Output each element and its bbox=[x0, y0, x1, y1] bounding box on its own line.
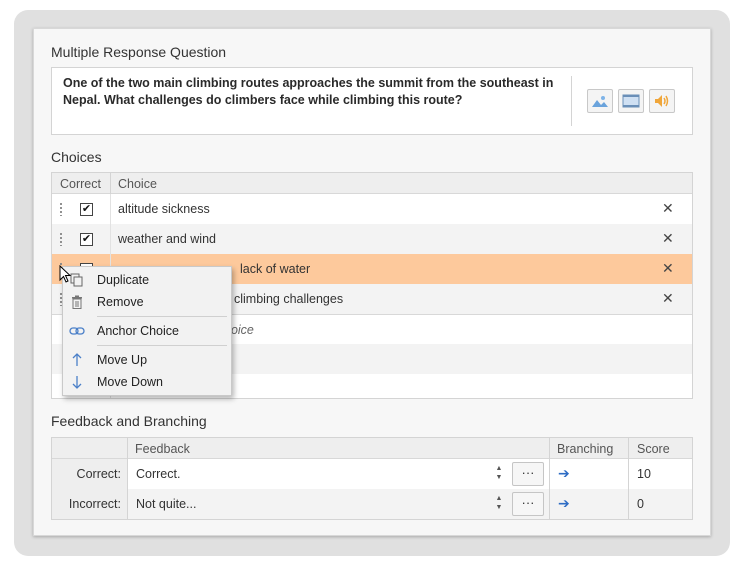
menu-item-duplicate[interactable]: Duplicate bbox=[63, 269, 231, 291]
feedback-spinner[interactable]: ▲ ▼ bbox=[494, 494, 504, 514]
drag-handle-icon[interactable] bbox=[60, 202, 62, 216]
question-section-title: Multiple Response Question bbox=[51, 44, 227, 60]
menu-separator bbox=[97, 345, 227, 346]
mouse-cursor-icon bbox=[59, 265, 71, 283]
choice-text[interactable]: weather and wind bbox=[118, 232, 216, 246]
image-icon bbox=[592, 96, 608, 107]
correct-checkbox[interactable]: ✔ bbox=[80, 233, 93, 246]
duplicate-icon bbox=[69, 272, 85, 288]
question-text-box[interactable]: One of the two main climbing routes appr… bbox=[51, 67, 693, 135]
arrow-up-icon bbox=[69, 352, 85, 368]
feedback-input[interactable]: Not quite... bbox=[128, 489, 549, 519]
menu-item-label: Anchor Choice bbox=[97, 324, 179, 338]
delete-choice-icon[interactable]: ✕ bbox=[662, 200, 674, 217]
feedback-table-header: Feedback Branching Score bbox=[52, 438, 692, 459]
menu-item-label: Remove bbox=[97, 295, 144, 309]
speaker-icon bbox=[655, 95, 669, 107]
branching-arrow-icon[interactable]: ➔ bbox=[558, 495, 570, 512]
feedback-row-correct: Correct: Correct. ▲ ▼ ··· ➔ 10 bbox=[52, 459, 692, 489]
feedback-input[interactable]: Correct. bbox=[128, 459, 549, 489]
column-separator bbox=[110, 224, 111, 254]
delete-choice-icon[interactable]: ✕ bbox=[662, 290, 674, 307]
menu-item-move-down[interactable]: Move Down bbox=[63, 371, 231, 393]
delete-choice-icon[interactable]: ✕ bbox=[662, 230, 674, 247]
menu-item-anchor-choice[interactable]: Anchor Choice bbox=[63, 320, 231, 342]
score-value[interactable]: 10 bbox=[637, 467, 651, 481]
column-separator bbox=[110, 194, 111, 224]
column-header-score: Score bbox=[637, 442, 670, 456]
correct-checkbox[interactable]: ✔ bbox=[80, 203, 93, 216]
menu-item-label: Duplicate bbox=[97, 273, 150, 287]
column-header-choice: Choice bbox=[118, 177, 157, 191]
column-header-feedback: Feedback bbox=[135, 442, 190, 456]
header-separator bbox=[110, 173, 111, 194]
feedback-row-label: Incorrect: bbox=[52, 489, 127, 519]
choice-text[interactable]: climbing challenges bbox=[234, 292, 343, 306]
column-header-correct: Correct bbox=[60, 177, 101, 191]
menu-separator bbox=[97, 316, 227, 317]
feedback-row-incorrect: Incorrect: Not quite... ▲ ▼ ··· ➔ 0 bbox=[52, 489, 692, 519]
arrow-down-icon bbox=[69, 374, 85, 390]
trash-icon bbox=[69, 294, 85, 310]
link-icon bbox=[69, 323, 85, 339]
feedback-table: Feedback Branching Score Correct: Correc… bbox=[51, 437, 693, 520]
choice-row[interactable]: ✔ altitude sickness ✕ bbox=[52, 194, 692, 224]
feedback-options-button[interactable]: ··· bbox=[512, 492, 544, 516]
branching-arrow-icon[interactable]: ➔ bbox=[558, 465, 570, 482]
menu-item-remove[interactable]: Remove bbox=[63, 291, 231, 313]
choices-section-title: Choices bbox=[51, 149, 102, 165]
choice-text[interactable]: altitude sickness bbox=[118, 202, 210, 216]
menu-item-move-up[interactable]: Move Up bbox=[63, 349, 231, 371]
video-icon bbox=[622, 94, 640, 108]
feedback-options-button[interactable]: ··· bbox=[512, 462, 544, 486]
menu-item-label: Move Down bbox=[97, 375, 163, 389]
menu-item-label: Move Up bbox=[97, 353, 148, 367]
feedback-section-title: Feedback and Branching bbox=[51, 413, 207, 429]
score-value[interactable]: 0 bbox=[637, 497, 644, 511]
choice-row[interactable]: ✔ weather and wind ✕ bbox=[52, 224, 692, 254]
insert-video-button[interactable] bbox=[618, 89, 644, 113]
insert-audio-button[interactable] bbox=[649, 89, 675, 113]
question-text[interactable]: One of the two main climbing routes appr… bbox=[63, 75, 563, 109]
insert-image-button[interactable] bbox=[587, 89, 613, 113]
feedback-column-separator bbox=[127, 438, 128, 519]
delete-choice-icon[interactable]: ✕ bbox=[662, 260, 674, 277]
feedback-row-label: Correct: bbox=[52, 459, 127, 489]
choice-context-menu: Duplicate Remove Anchor Choice Move Up M… bbox=[62, 266, 232, 396]
feedback-column-separator bbox=[628, 438, 629, 519]
feedback-column-separator bbox=[549, 438, 550, 519]
choice-text[interactable]: lack of water bbox=[240, 262, 310, 276]
column-header-branching: Branching bbox=[557, 442, 614, 456]
feedback-spinner[interactable]: ▲ ▼ bbox=[494, 464, 504, 484]
question-divider bbox=[571, 76, 572, 126]
choices-table-header: Correct Choice bbox=[52, 173, 692, 194]
drag-handle-icon[interactable] bbox=[60, 232, 62, 246]
